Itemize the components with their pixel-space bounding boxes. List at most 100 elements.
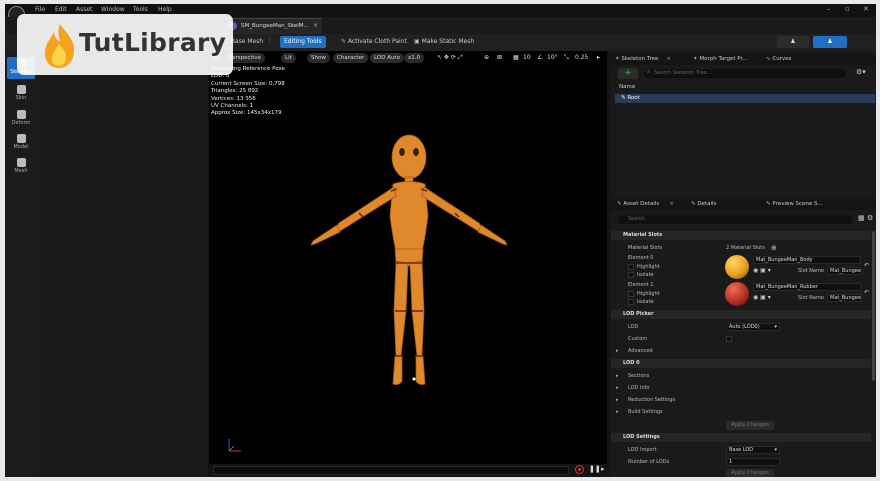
element-0-slot-name-input[interactable]: Mat_BungeeM <box>827 267 862 275</box>
viewport-options-icon[interactable]: ▸ <box>597 54 600 61</box>
more-options-icon[interactable]: ⋮ <box>267 37 273 44</box>
element-1-browse-icons[interactable]: ◉ ▣ ▾ <box>753 294 771 301</box>
model-icon <box>16 134 26 143</box>
mode-model-label: Model <box>13 144 29 150</box>
tree-item-root[interactable]: ✎ Root <box>615 94 875 103</box>
lod-import-dropdown[interactable]: Base LOD ▾ <box>726 446 780 454</box>
rotation-snap-icon[interactable]: ∠ <box>537 54 542 61</box>
maximize-icon[interactable]: ▫ <box>845 5 850 13</box>
tab-preview-scene[interactable]: ✎ Preview Scene S... <box>766 199 823 210</box>
tab-morph-target[interactable]: ✦ Morph Target Pr... <box>693 54 747 65</box>
surface-snap-icon[interactable]: ⊠ <box>497 54 502 61</box>
element-1-reset-icon[interactable]: ↶ <box>864 289 869 296</box>
element-1-thumbnail[interactable] <box>725 282 749 306</box>
activate-cloth-paint-button[interactable]: ✎ Activate Cloth Paint <box>337 36 411 48</box>
mode-mesh[interactable]: Mesh <box>7 158 35 178</box>
mode-skin[interactable]: Skin <box>7 85 35 105</box>
lod-dropdown[interactable]: Auto (LOD0) ▾ <box>726 323 780 331</box>
element-0-browse-icons[interactable]: ◉ ▣ ▾ <box>753 267 771 274</box>
character-mode-button[interactable]: ♟ <box>777 36 809 48</box>
element-1-highlight-checkbox[interactable] <box>628 291 634 297</box>
element-0-highlight-checkbox[interactable] <box>628 264 634 270</box>
character-button[interactable]: Character <box>333 53 369 63</box>
tab-close-icon[interactable]: × <box>313 22 318 29</box>
element-0-reset-icon[interactable]: ↶ <box>864 262 869 269</box>
stat-vertices: Vertices: 13 356 <box>211 95 256 102</box>
lit-button[interactable]: Lit <box>281 53 296 63</box>
section-lod-picker[interactable]: LOD Picker <box>611 310 871 319</box>
row-sections[interactable]: ▸ Sections <box>611 370 871 382</box>
sections-label: Sections <box>628 373 650 379</box>
make-static-mesh-button[interactable]: ▣ Make Static Mesh <box>410 36 478 48</box>
menu-edit[interactable]: Edit <box>55 6 67 13</box>
add-slot-icon[interactable]: ⊕ <box>771 242 777 254</box>
menu-window[interactable]: Window <box>101 6 125 13</box>
tab-curves[interactable]: ∿ Curves <box>766 54 791 65</box>
skeleton-mode-button[interactable]: ♟ <box>813 36 847 48</box>
grid-snap-icon[interactable]: ▦ <box>513 54 519 61</box>
mode-mesh-label: Mesh <box>14 168 28 174</box>
grid-snap-value[interactable]: 10 <box>523 54 531 61</box>
details-scrollbar[interactable] <box>872 231 875 381</box>
row-advanced[interactable]: ▸ Advanced <box>611 345 871 357</box>
element-0-label: Element 0 <box>628 255 654 261</box>
section-material-slots[interactable]: Material Slots <box>611 231 871 240</box>
details-settings-icon[interactable]: ⚙ <box>867 214 873 222</box>
rotation-snap-value[interactable]: 10° <box>547 54 558 61</box>
element-0-thumbnail[interactable] <box>725 255 749 279</box>
tab-details[interactable]: ✎ Details <box>691 199 716 210</box>
skeleton-tabs: ✦ Skeleton Tree × ✦ Morph Target Pr... ∿ … <box>611 54 876 65</box>
element-1-slot-name-input[interactable]: Mat_BungeeM <box>827 294 862 302</box>
apply-changes-button-lod0[interactable]: Apply Changes <box>726 421 774 430</box>
tab-skeletal-mesh[interactable]: SM_BungeeMan_SkelM... × <box>225 18 322 34</box>
show-button[interactable]: Show <box>307 53 330 63</box>
row-reduction-settings[interactable]: ▸ Reduction Settings <box>611 394 871 406</box>
play-icon[interactable]: ▸ <box>601 465 605 473</box>
lod-auto-button[interactable]: LOD Auto <box>370 53 404 63</box>
add-bone-button[interactable]: + <box>618 68 638 79</box>
close-window-icon[interactable]: ✕ <box>863 5 869 13</box>
tab-skeleton-close-icon[interactable]: × <box>666 56 671 62</box>
row-lod-info[interactable]: ▸ LOD Info <box>611 382 871 394</box>
menu-file[interactable]: File <box>35 6 45 13</box>
transform-tools-icon[interactable]: ↖ ✥ ⟳ ⤢ <box>437 54 463 62</box>
element-0-isolate-checkbox[interactable] <box>628 272 634 278</box>
num-lods-input[interactable]: 1 <box>726 458 780 466</box>
row-build-settings[interactable]: ▸ Build Settings <box>611 406 871 418</box>
scale-snap-icon[interactable]: ⤡ <box>564 54 569 62</box>
menu-help[interactable]: Help <box>158 6 172 13</box>
mode-deform[interactable]: Deform <box>7 110 35 130</box>
playback-speed-button[interactable]: x1.0 <box>404 53 425 63</box>
element-1-material-field[interactable]: Mat_BungeeMan_Rubber <box>753 283 861 291</box>
pause-icon[interactable]: ❚❚ <box>589 465 601 473</box>
expand-arrow-icon: ▸ <box>616 397 619 403</box>
section-lod0[interactable]: LOD 0 <box>611 359 871 368</box>
world-local-icon[interactable]: ⊕ <box>484 54 489 61</box>
minimize-icon[interactable]: – <box>827 5 831 13</box>
tab-asset-close-icon[interactable]: × <box>669 201 674 207</box>
row-lod: LOD Auto (LOD0) ▾ <box>611 321 871 333</box>
table-view-icon[interactable]: ▦ <box>858 214 865 222</box>
element-1-isolate-checkbox[interactable] <box>628 299 634 305</box>
editing-tools-button[interactable]: Editing Tools <box>280 36 326 48</box>
mode-deform-label: Deform <box>11 120 31 126</box>
mode-bar: Skeleton Skin Deform Model Mesh <box>5 51 37 477</box>
record-icon[interactable] <box>575 465 584 474</box>
tab-asset-details[interactable]: ✎ Asset Details × <box>617 199 674 210</box>
details-search-input[interactable]: Search <box>618 215 853 224</box>
expand-arrow-icon: ▸ <box>616 373 619 379</box>
tab-skeleton-tree[interactable]: ✦ Skeleton Tree × <box>615 54 671 65</box>
element-0-material-field[interactable]: Mat_BungeeMan_Body <box>753 256 861 264</box>
settings-gear-icon[interactable]: ⚙▾ <box>856 68 866 76</box>
mode-model[interactable]: Model <box>7 134 35 154</box>
apply-changes-button-lod-settings[interactable]: Apply Changes <box>726 469 774 477</box>
timeline-track[interactable] <box>213 466 569 475</box>
scale-snap-value[interactable]: 0.25 <box>575 54 588 61</box>
skeleton-search-input[interactable]: Search Skeleton Tree... <box>644 69 846 78</box>
menu-asset[interactable]: Asset <box>76 6 92 13</box>
row-material-slots: Material Slots 2 Material Slots ⊕ <box>611 242 871 254</box>
menu-tools[interactable]: Tools <box>133 6 148 13</box>
custom-checkbox[interactable] <box>726 336 732 342</box>
section-lod-settings[interactable]: LOD Settings <box>611 433 871 442</box>
element-0-highlight-label: Highlight <box>637 264 660 270</box>
